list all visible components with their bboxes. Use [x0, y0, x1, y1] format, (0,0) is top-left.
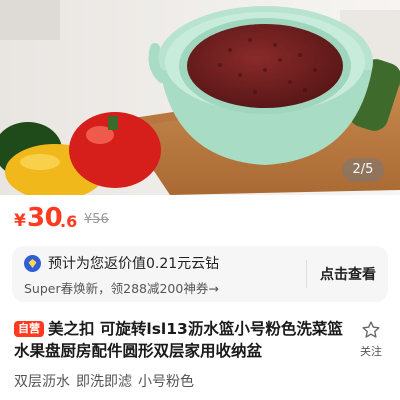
promo-coupon-link[interactable]: Super春焕新，领288减200神券→ — [24, 278, 219, 297]
product-title: 自营 美之扣 可旋转lsl13沥水篮小号粉色洗菜篮水果盘厨房配件圆形双层家用收纳盆 — [14, 318, 344, 362]
self-operated-badge: 自营 — [14, 321, 44, 337]
product-title-block: 自营 美之扣 可旋转lsl13沥水篮小号粉色洗菜篮水果盘厨房配件圆形双层家用收纳盆 — [14, 318, 344, 362]
rebate-divider — [306, 260, 307, 288]
image-counter: 2/5 — [342, 158, 384, 182]
price-integer: 30 — [27, 203, 63, 233]
rebate-card[interactable]: 预计为您返价值0.21元云钻 Super春焕新，领288减200神券→ 点击查看 — [12, 246, 388, 302]
feature-tag: 小号粉色 — [138, 374, 194, 390]
view-rebate-button[interactable]: 点击查看 — [320, 264, 376, 284]
rebate-coin-icon — [24, 255, 41, 272]
product-photo — [0, 0, 400, 195]
rebate-text: 预计为您返价值0.21元云钻 — [48, 256, 220, 272]
feature-tag: 即洗即滤 — [76, 374, 132, 390]
product-title-text: 美之扣 可旋转lsl13沥水篮小号粉色洗菜篮水果盘厨房配件圆形双层家用收纳盆 — [14, 320, 343, 360]
original-price: ¥56 — [84, 212, 109, 227]
star-icon — [362, 321, 380, 338]
price-currency: ¥ — [14, 211, 26, 231]
feature-tag: 双层沥水 — [14, 374, 70, 390]
favorite-button[interactable]: 关注 — [356, 320, 386, 359]
product-image-gallery[interactable]: 2/5 — [0, 0, 400, 195]
feature-tags: 双层沥水 即洗即滤 小号粉色 — [14, 371, 200, 391]
price-decimal: .6 — [60, 212, 78, 231]
favorite-label: 关注 — [360, 345, 382, 358]
